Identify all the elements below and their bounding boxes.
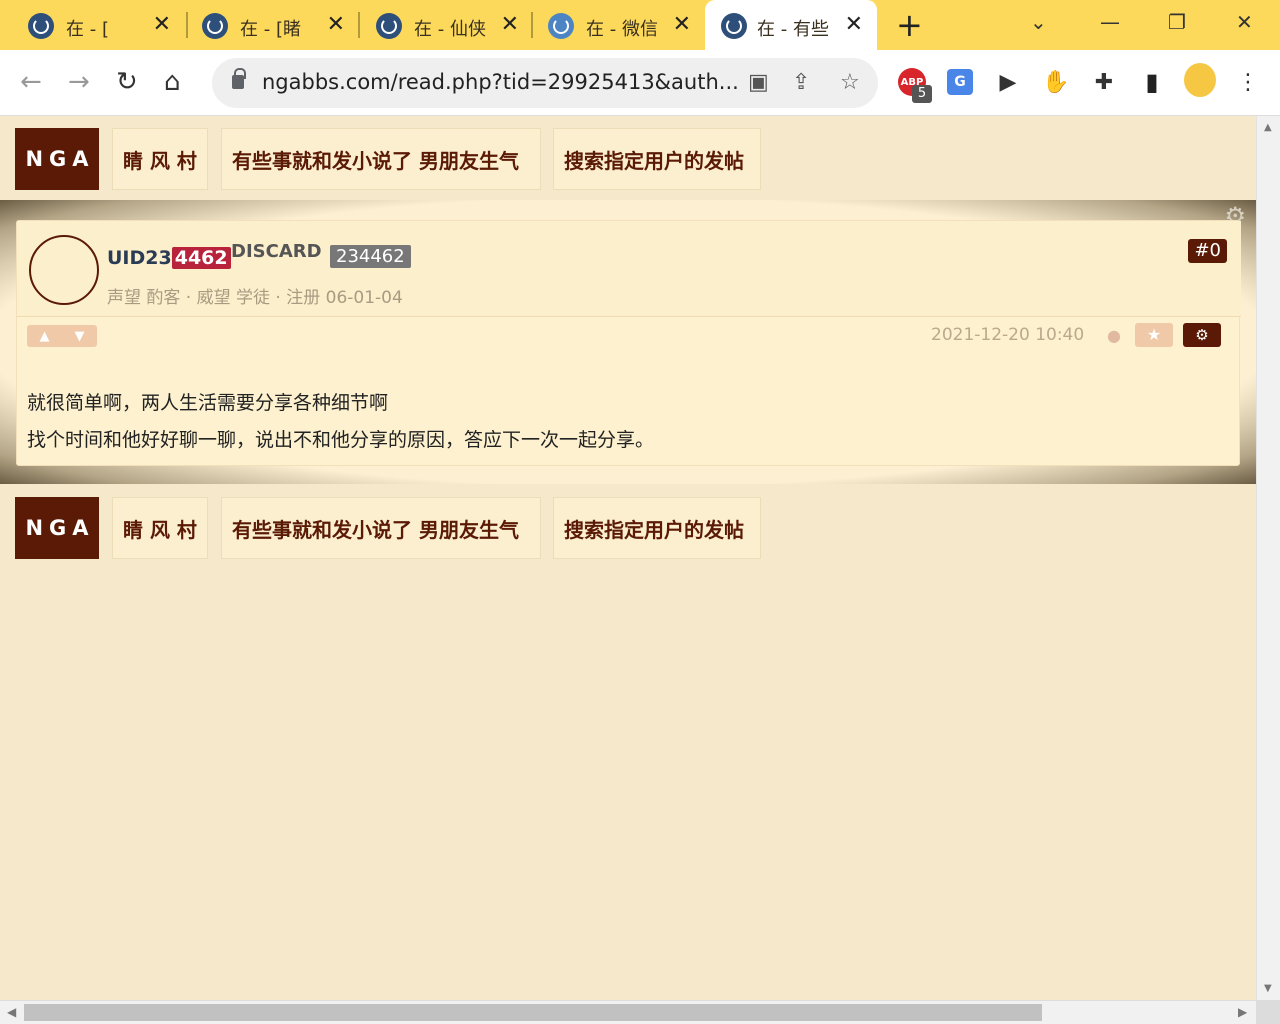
nga-logo[interactable]: NGA — [15, 128, 99, 190]
reload-icon[interactable]: ↻ — [116, 66, 138, 98]
forward-icon[interactable]: → — [68, 66, 90, 98]
tab-title: 在 - 微信 — [586, 19, 658, 40]
tab-title: 在 - 仙侠 — [414, 19, 486, 40]
menu-icon[interactable]: ⋮ — [1232, 66, 1264, 98]
thumbs-down-icon[interactable]: ▼ — [75, 329, 85, 344]
page-viewport: NGA 睛 风 村 有些事就和发小说了 男朋友生气 搜索指定用户的发帖 ⚙ UI… — [0, 116, 1256, 1000]
blocked-popup-icon[interactable]: ▣ — [748, 70, 769, 95]
nga-favicon-icon — [376, 13, 402, 39]
lock-icon[interactable] — [232, 68, 246, 89]
side-panel-icon[interactable]: ▮ — [1136, 66, 1168, 98]
tab-title: 在 - [ — [66, 19, 109, 40]
scrollbar-thumb[interactable] — [24, 1004, 1042, 1021]
browser-toolbar: ← → ↻ ⌂ ngabbs.com/read.php?tid=29925413… — [0, 50, 1280, 116]
scroll-right-icon[interactable]: ▶ — [1238, 1005, 1247, 1019]
tab-title: 在 - 有些 — [757, 19, 829, 40]
play-icon[interactable]: ▶ — [992, 66, 1024, 98]
close-icon[interactable]: ✕ — [327, 13, 345, 37]
post-time: 2021-12-20 10:40 — [931, 325, 1085, 345]
post-header: UID23 4462 DISCARD 234462 声望 酌客 · 威望 学徒 ·… — [17, 221, 1241, 317]
url-text[interactable]: ngabbs.com/read.php?tid=29925413&auth... — [262, 70, 739, 94]
scroll-down-icon[interactable]: ▼ — [1264, 983, 1272, 994]
post-content: 就很简单啊，两人生活需要分享各种细节啊 找个时间和他好好聊一聊，说出不和他分享的… — [27, 385, 654, 459]
nga-favicon-icon — [202, 13, 228, 39]
close-icon[interactable]: ✕ — [501, 13, 519, 37]
tab-strip: 在 - [ ✕ 在 - [睹 ✕ 在 - 仙侠 ✕ 在 - 微信 ✕ 在 - 有… — [0, 0, 1280, 50]
nga-logo[interactable]: NGA — [15, 497, 99, 559]
thread-link[interactable]: 有些事就和发小说了 男朋友生气 — [221, 128, 541, 190]
uid-badge: 234462 — [330, 245, 411, 268]
puzzle-icon[interactable]: ✚ — [1088, 66, 1120, 98]
browser-tab[interactable]: 在 - 微信 ✕ — [520, 0, 705, 50]
post-line: 找个时间和他好好聊一聊，说出不和他分享的原因，答应下一次一起分享。 — [27, 429, 655, 451]
thumbs-up-icon[interactable]: ▲ — [40, 329, 50, 344]
wechat-favicon-icon — [548, 13, 574, 39]
search-user-posts-link[interactable]: 搜索指定用户的发帖 — [553, 128, 761, 190]
horizontal-scrollbar[interactable]: ◀ ▶ — [0, 1000, 1256, 1024]
forum-link[interactable]: 睛 风 村 — [112, 128, 208, 190]
post-area: ⚙ UID23 4462 DISCARD 234462 声望 酌客 · 威望 学徒… — [0, 200, 1256, 484]
post-card: UID23 4462 DISCARD 234462 声望 酌客 · 威望 学徒 ·… — [16, 220, 1241, 466]
adblock-count-badge: 5 — [912, 85, 932, 103]
thread-link[interactable]: 有些事就和发小说了 男朋友生气 — [221, 497, 541, 559]
back-icon[interactable]: ← — [20, 66, 42, 98]
browser-tab[interactable]: 在 - [睹 ✕ — [174, 0, 359, 50]
apple-device-icon: ● — [1107, 326, 1121, 345]
browser-tab[interactable]: 在 - 仙侠 ✕ — [348, 0, 533, 50]
profile-icon[interactable] — [1184, 63, 1216, 97]
new-tab-button[interactable]: + — [896, 8, 923, 42]
close-icon[interactable]: ✕ — [673, 13, 691, 37]
floor-number[interactable]: #0 — [1188, 239, 1227, 263]
dislike-extension-icon[interactable]: ✋ — [1040, 66, 1072, 98]
close-icon[interactable]: ✕ — [845, 13, 863, 37]
close-icon[interactable]: ✕ — [153, 13, 171, 37]
username-highlight: 4462 — [171, 247, 231, 269]
username[interactable]: UID23 4462 — [107, 247, 231, 269]
nga-favicon-icon — [721, 13, 747, 39]
browser-tab[interactable]: 在 - [ ✕ — [0, 0, 185, 50]
post-settings-button[interactable]: ⚙ — [1183, 323, 1221, 347]
tab-title: 在 - [睹 — [240, 19, 301, 40]
favorite-button[interactable]: ★ — [1135, 323, 1173, 347]
avatar[interactable] — [29, 235, 99, 305]
restore-icon[interactable]: ❐ — [1168, 10, 1186, 34]
search-user-posts-link[interactable]: 搜索指定用户的发帖 — [553, 497, 761, 559]
bookmark-star-icon[interactable]: ☆ — [840, 70, 860, 95]
post-line: 就很简单啊，两人生活需要分享各种细节啊 — [27, 392, 389, 414]
scrollbar-corner — [1256, 1000, 1280, 1024]
vertical-scrollbar[interactable]: ▲ ▼ — [1256, 116, 1280, 1000]
tab-search-icon[interactable]: ⌄ — [1030, 10, 1047, 34]
share-icon[interactable]: ⇪ — [792, 70, 810, 95]
vote-buttons: ▲ ▼ — [27, 325, 97, 347]
address-bar[interactable]: ngabbs.com/read.php?tid=29925413&auth...… — [212, 58, 878, 108]
scroll-left-icon[interactable]: ◀ — [7, 1005, 16, 1019]
username-tag: DISCARD — [231, 241, 322, 262]
scroll-up-icon[interactable]: ▲ — [1264, 122, 1272, 133]
home-icon[interactable]: ⌂ — [164, 66, 181, 98]
minimize-icon[interactable]: — — [1100, 10, 1120, 34]
forum-link[interactable]: 睛 风 村 — [112, 497, 208, 559]
window-close-icon[interactable]: ✕ — [1236, 10, 1253, 34]
user-meta: 声望 酌客 · 威望 学徒 · 注册 06-01-04 — [107, 288, 403, 308]
browser-tab-active[interactable]: 在 - 有些 ✕ — [705, 0, 877, 50]
google-translate-icon[interactable]: G — [944, 66, 976, 98]
nga-favicon-icon — [28, 13, 54, 39]
